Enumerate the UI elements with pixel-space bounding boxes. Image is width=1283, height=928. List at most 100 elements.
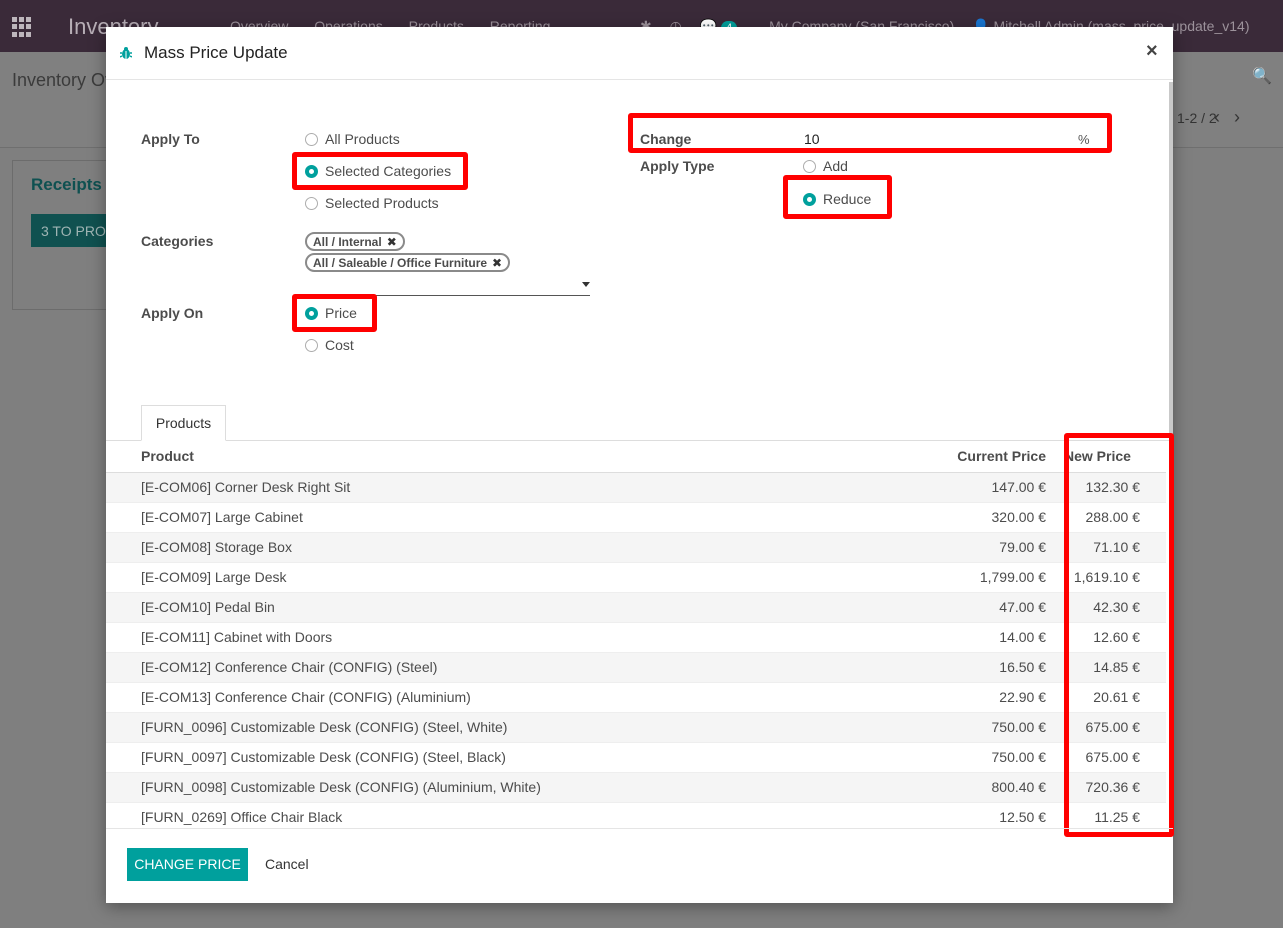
categories-input[interactable]	[304, 295, 590, 296]
new-price-cell: 71.10 €	[1056, 531, 1166, 562]
table-row[interactable]: [E-COM12] Conference Chair (CONFIG) (Ste…	[106, 651, 1166, 682]
product-cell: [FURN_0269] Office Chair Black	[106, 801, 926, 828]
categories-label: Categories	[141, 233, 214, 249]
table-row[interactable]: [E-COM06] Corner Desk Right Sit 147.00 €1…	[106, 471, 1166, 502]
current-price-cell: 1,799.00 €	[926, 561, 1056, 592]
products-table: Product Current Price New Price [E-COM06…	[106, 441, 1166, 828]
radio-label: Reduce	[823, 191, 872, 207]
table-row[interactable]: [E-COM07] Large Cabinet 320.00 €288.00 €	[106, 501, 1166, 532]
new-price-cell: 20.61 €	[1056, 681, 1166, 712]
table-header-row: Product Current Price New Price	[106, 441, 1166, 473]
new-price-cell: 132.30 €	[1056, 471, 1166, 502]
search-icon[interactable]: 🔍	[1252, 66, 1272, 86]
chevron-left-icon[interactable]: ‹	[1214, 107, 1220, 127]
new-price-cell: 42.30 €	[1056, 591, 1166, 622]
radio-price[interactable]: Price	[305, 305, 357, 321]
product-cell: [E-COM11] Cabinet with Doors	[106, 621, 926, 652]
column-header-current-price[interactable]: Current Price	[926, 441, 1056, 473]
category-tag: All / Saleable / Office Furniture ✖	[305, 253, 511, 272]
column-header-product[interactable]: Product	[106, 441, 926, 473]
radio-label: Selected Products	[325, 195, 439, 211]
change-label: Change	[640, 131, 692, 147]
product-cell: [E-COM12] Conference Chair (CONFIG) (Ste…	[106, 651, 926, 682]
radio-add[interactable]: Add	[803, 158, 848, 174]
current-price-cell: 79.00 €	[926, 531, 1056, 562]
product-cell: [E-COM08] Storage Box	[106, 531, 926, 562]
caret-down-icon[interactable]	[582, 282, 590, 287]
dialog-footer: CHANGE PRICE Cancel	[106, 828, 1173, 903]
table-row[interactable]: [FURN_0098] Customizable Desk (CONFIG) (…	[106, 771, 1166, 802]
category-tag: All / Internal ✖	[305, 232, 405, 251]
radio-selected-categories[interactable]: Selected Categories	[305, 163, 451, 179]
highlight-change	[628, 113, 1112, 153]
new-price-cell: 12.60 €	[1056, 621, 1166, 652]
current-price-cell: 320.00 €	[926, 501, 1056, 532]
product-cell: [E-COM10] Pedal Bin	[106, 591, 926, 622]
table-row[interactable]: [E-COM09] Large Desk 1,799.00 €1,619.10 €	[106, 561, 1166, 592]
radio-circle-checked	[803, 192, 816, 206]
chevron-right-icon[interactable]: ›	[1234, 107, 1240, 127]
apply-type-label: Apply Type	[640, 158, 715, 174]
radio-circle-checked	[305, 306, 318, 320]
bug-icon	[120, 47, 132, 59]
product-cell: [FURN_0097] Customizable Desk (CONFIG) (…	[106, 741, 926, 772]
radio-label: All Products	[325, 131, 400, 147]
mass-price-update-dialog: Mass Price Update × Apply To All Product…	[106, 27, 1174, 903]
new-price-cell: 288.00 €	[1056, 501, 1166, 532]
radio-cost[interactable]: Cost	[305, 337, 354, 353]
radio-label: Selected Categories	[325, 163, 452, 179]
dialog-title: Mass Price Update	[144, 43, 288, 62]
table-row[interactable]: [E-COM13] Conference Chair (CONFIG) (Alu…	[106, 681, 1166, 712]
new-price-cell: 11.25 €	[1056, 801, 1166, 828]
table-row[interactable]: [FURN_0269] Office Chair Black 12.50 €11.…	[106, 801, 1166, 828]
product-cell: [FURN_0096] Customizable Desk (CONFIG) (…	[106, 711, 926, 742]
table-row[interactable]: [E-COM11] Cabinet with Doors 14.00 €12.60…	[106, 621, 1166, 652]
product-cell: [FURN_0098] Customizable Desk (CONFIG) (…	[106, 771, 926, 802]
new-price-cell: 675.00 €	[1056, 711, 1166, 742]
new-price-cell: 720.36 €	[1056, 771, 1166, 802]
dialog-scrollbar[interactable]	[1169, 82, 1173, 827]
current-price-cell: 147.00 €	[926, 471, 1056, 502]
product-cell: [E-COM07] Large Cabinet	[106, 501, 926, 532]
remove-tag-icon[interactable]: ✖	[387, 235, 397, 249]
radio-selected-products[interactable]: Selected Products	[305, 195, 439, 211]
table-row[interactable]: [FURN_0097] Customizable Desk (CONFIG) (…	[106, 741, 1166, 772]
radio-reduce[interactable]: Reduce	[803, 191, 871, 207]
tag-label: All / Internal	[313, 234, 382, 249]
cancel-button[interactable]: Cancel	[265, 856, 309, 872]
radio-label: Price	[325, 305, 357, 321]
current-price-cell: 800.40 €	[926, 771, 1056, 802]
change-price-button[interactable]: CHANGE PRICE	[127, 848, 248, 881]
product-cell: [E-COM06] Corner Desk Right Sit	[106, 471, 926, 502]
apps-menu-icon[interactable]	[12, 17, 32, 37]
radio-circle	[305, 338, 318, 352]
change-unit: %	[1078, 132, 1090, 147]
card-title[interactable]: Receipts	[31, 175, 102, 195]
new-price-cell: 1,619.10 €	[1056, 561, 1166, 592]
remove-tag-icon[interactable]: ✖	[492, 256, 502, 270]
pager-value[interactable]: 1-2 / 2	[1177, 110, 1217, 126]
current-price-cell: 12.50 €	[926, 801, 1056, 828]
close-icon[interactable]: ×	[1146, 40, 1158, 63]
product-cell: [E-COM09] Large Desk	[106, 561, 926, 592]
table-row[interactable]: [E-COM08] Storage Box 79.00 €71.10 €	[106, 531, 1166, 562]
radio-circle	[305, 196, 318, 210]
current-price-cell: 750.00 €	[926, 741, 1056, 772]
change-input[interactable]: 10	[804, 131, 820, 147]
pager-nav: ‹ ›	[1214, 107, 1254, 128]
radio-all-products[interactable]: All Products	[305, 131, 400, 147]
tag-label: All / Saleable / Office Furniture	[313, 255, 488, 270]
column-header-new-price[interactable]: New Price	[1056, 441, 1166, 473]
table-row[interactable]: [E-COM10] Pedal Bin 47.00 €42.30 €	[106, 591, 1166, 622]
current-price-cell: 750.00 €	[926, 711, 1056, 742]
radio-circle	[305, 132, 318, 146]
new-price-cell: 675.00 €	[1056, 741, 1166, 772]
radio-label: Add	[823, 158, 848, 174]
tab-products[interactable]: Products	[141, 405, 226, 441]
current-price-cell: 14.00 €	[926, 621, 1056, 652]
radio-label: Cost	[325, 337, 354, 353]
table-row[interactable]: [FURN_0096] Customizable Desk (CONFIG) (…	[106, 711, 1166, 742]
radio-circle	[803, 159, 816, 173]
apply-on-label: Apply On	[141, 305, 204, 321]
current-price-cell: 22.90 €	[926, 681, 1056, 712]
